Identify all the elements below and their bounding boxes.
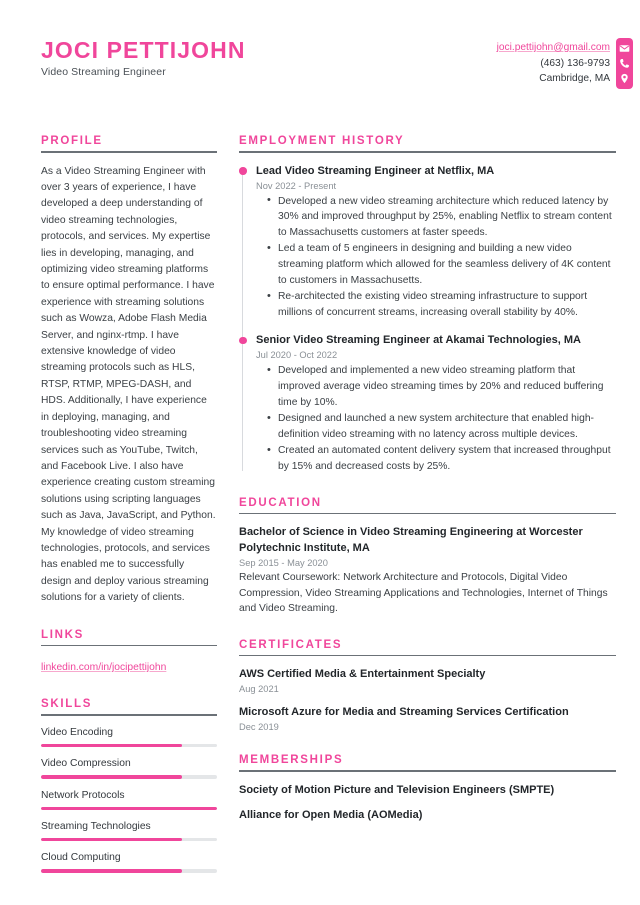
employment-dates: Nov 2022 - Present: [256, 180, 337, 191]
resume-page: JOCI PETTIJOHN Video Streaming Engineer …: [0, 0, 640, 905]
section-divider: [239, 770, 616, 773]
section-certificates: CERTIFICATES AWS Certified Media & Enter…: [239, 638, 616, 732]
contact-email-link[interactable]: joci.pettijohn@gmail.com: [497, 42, 610, 53]
skill-label: Video Encoding: [41, 726, 113, 738]
employment-entry: Senior Video Streaming Engineer at Akama…: [239, 333, 616, 474]
skill-label: Cloud Computing: [41, 852, 121, 864]
section-memberships: MEMBERSHIPS Society of Motion Picture an…: [239, 754, 616, 823]
skill-item: Video Encoding: [41, 726, 217, 748]
identity-block: JOCI PETTIJOHN Video Streaming Engineer: [0, 38, 246, 78]
resume-header: JOCI PETTIJOHN Video Streaming Engineer …: [0, 0, 640, 110]
employment-dates: Jul 2020 - Oct 2022: [256, 350, 338, 361]
timeline-dot-icon: [239, 336, 247, 345]
education-dates: Sep 2015 - May 2020: [239, 558, 328, 569]
section-divider: [239, 151, 616, 153]
employment-bullet: Created an automated content delivery sy…: [267, 443, 616, 474]
employment-bullets: Developed a new video streaming architec…: [256, 193, 616, 321]
location-pin-icon: [619, 73, 630, 84]
employment-bullets: Developed and implemented a new video st…: [256, 363, 616, 474]
section-divider: [239, 512, 616, 515]
certificate-date: Aug 2021: [239, 684, 279, 695]
employment-bullet: Developed and implemented a new video st…: [267, 363, 616, 410]
section-skills: SKILLS Video Encoding Video Compression …: [41, 698, 217, 873]
skill-progress-fill: [41, 869, 182, 873]
section-links: LINKS linkedin.com/in/jocipettijohn: [41, 629, 217, 677]
employment-bullet: Re-architected the existing video stream…: [267, 289, 616, 320]
employment-timeline: Lead Video Streaming Engineer at Netflix…: [239, 164, 616, 475]
employment-entry: Lead Video Streaming Engineer at Netflix…: [239, 164, 616, 321]
section-heading-profile: PROFILE: [41, 135, 103, 147]
skill-label: Network Protocols: [41, 789, 125, 801]
skill-progress-fill: [41, 775, 182, 779]
membership-entry: Alliance for Open Media (AOMedia): [239, 809, 423, 822]
section-heading-education: EDUCATION: [239, 496, 322, 509]
sidebar: PROFILE As a Video Streaming Engineer wi…: [41, 135, 233, 895]
skill-progress-fill: [41, 743, 182, 748]
education-entry: Bachelor of Science in Video Streaming E…: [239, 525, 616, 617]
section-heading-links: LINKS: [41, 628, 84, 641]
certificate-name: Microsoft Azure for Media and Streaming …: [239, 706, 569, 719]
section-divider: [239, 654, 616, 657]
section-heading-certificates: CERTIFICATES: [239, 638, 343, 651]
link-item-linkedin[interactable]: linkedin.com/in/jocipettijohn: [41, 659, 166, 676]
skill-label: Video Compression: [41, 758, 131, 770]
employment-bullet: Developed a new video streaming architec…: [267, 193, 616, 241]
certificate-entry: Microsoft Azure for Media and Streaming …: [239, 705, 616, 732]
links-list: linkedin.com/in/jocipettijohn: [41, 657, 217, 676]
skill-item: Network Protocols: [41, 790, 217, 810]
section-heading-employment: EMPLOYMENT HISTORY: [239, 135, 405, 147]
contact-location: Cambridge, MA: [539, 73, 610, 84]
page-title: JOCI PETTIJOHN: [41, 37, 246, 63]
skill-progress-track: [41, 869, 217, 873]
skill-progress-track: [41, 806, 217, 810]
contact-email-line: joci.pettijohn@gmail.com: [497, 40, 610, 56]
profile-text: As a Video Streaming Engineer with over …: [41, 165, 216, 604]
contact-icon-rail: [616, 38, 633, 89]
section-education: EDUCATION Bachelor of Science in Video S…: [239, 497, 616, 617]
section-divider: [41, 644, 217, 647]
membership-entry: Society of Motion Picture and Television…: [239, 784, 555, 797]
employment-bullet: Led a team of 5 engineers in designing a…: [267, 241, 616, 288]
section-divider: [41, 714, 217, 716]
phone-icon: [619, 58, 630, 69]
section-profile: PROFILE As a Video Streaming Engineer wi…: [41, 135, 217, 607]
certificate-date: Dec 2019: [239, 722, 279, 733]
employment-role: Lead Video Streaming Engineer at Netflix…: [256, 164, 495, 177]
envelope-icon: [619, 43, 630, 54]
education-degree: Bachelor of Science in Video Streaming E…: [239, 526, 583, 554]
section-heading-skills: SKILLS: [41, 698, 93, 711]
job-title: Video Streaming Engineer: [41, 66, 166, 79]
skill-label: Streaming Technologies: [41, 820, 151, 832]
certificate-name: AWS Certified Media & Entertainment Spec…: [239, 668, 486, 681]
section-heading-memberships: MEMBERSHIPS: [239, 754, 344, 767]
contact-phone: (463) 136-9793: [540, 57, 610, 69]
contact-block: joci.pettijohn@gmail.com (463) 136-9793 …: [497, 38, 640, 89]
section-divider: [41, 151, 217, 153]
main-content: EMPLOYMENT HISTORY Lead Video Streaming …: [233, 135, 616, 895]
skill-item: Cloud Computing: [41, 852, 217, 873]
education-description: Relevant Coursework: Network Architectur…: [239, 572, 608, 615]
skill-progress-track: [41, 743, 217, 748]
skill-progress-fill: [41, 806, 217, 810]
employment-bullet: Designed and launched a new system archi…: [267, 411, 616, 442]
skill-item: Video Compression: [41, 758, 217, 779]
skill-item: Streaming Technologies: [41, 820, 217, 842]
employment-role: Senior Video Streaming Engineer at Akama…: [256, 334, 581, 347]
skill-progress-track: [41, 775, 217, 779]
certificate-entry: AWS Certified Media & Entertainment Spec…: [239, 667, 616, 694]
skill-progress-track: [41, 837, 217, 842]
skill-progress-fill: [41, 837, 182, 842]
section-employment-history: EMPLOYMENT HISTORY Lead Video Streaming …: [239, 135, 616, 475]
timeline-dot-icon: [239, 167, 247, 175]
